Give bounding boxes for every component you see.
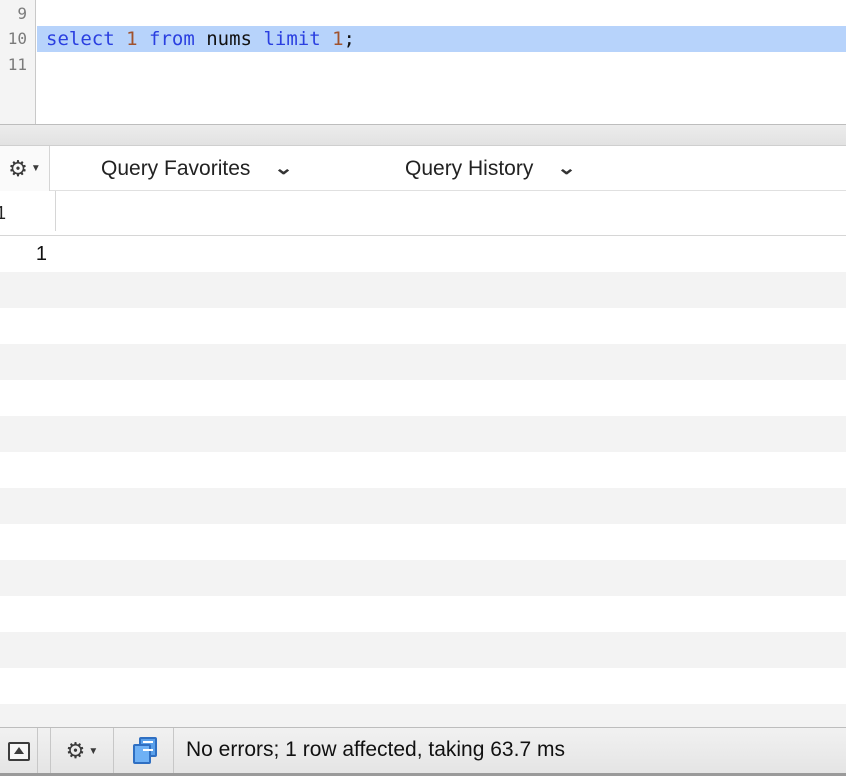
- console-log-button[interactable]: [114, 728, 174, 774]
- chevron-down-icon: ⌄: [274, 158, 294, 178]
- status-bar: ⚙ ▼ No errors; 1 row affected, taking 63…: [0, 727, 846, 776]
- query-editor[interactable]: 9 10 11 select 1 from nums limit 1;: [0, 0, 846, 124]
- pane-splitter[interactable]: [0, 124, 846, 146]
- grid-header: 1: [0, 191, 846, 236]
- toggle-panel-icon: [7, 741, 30, 761]
- toggle-panel-button[interactable]: [0, 728, 38, 774]
- empty-row: [0, 632, 846, 668]
- query-toolbar: ⚙ ▼ Query Favorites ⌄ Query History ⌄: [0, 146, 846, 191]
- sql-number: 1: [332, 28, 344, 50]
- table-row[interactable]: 1: [0, 236, 846, 272]
- status-message: No errors; 1 row affected, taking 63.7 m…: [186, 738, 565, 761]
- query-history-label: Query History: [405, 156, 534, 180]
- empty-row: [0, 704, 846, 727]
- caret-down-icon: ▼: [88, 745, 99, 757]
- empty-row: [0, 560, 846, 596]
- code-line-selected[interactable]: select 1 from nums limit 1;: [37, 26, 846, 52]
- query-actions-button[interactable]: ⚙ ▼: [0, 146, 50, 191]
- query-favorites-dropdown[interactable]: Query Favorites ⌄: [101, 146, 294, 191]
- line-number: 9: [17, 4, 27, 23]
- sql-identifier: nums: [206, 28, 252, 50]
- chevron-down-icon: ⌄: [557, 158, 577, 178]
- empty-row: [0, 452, 846, 488]
- line-number-gutter: 9 10 11: [0, 0, 36, 124]
- sql-keyword: limit: [263, 28, 321, 50]
- gear-icon: ⚙: [8, 155, 28, 181]
- console-log-icon: [129, 735, 159, 767]
- empty-row: [0, 416, 846, 452]
- empty-row: [0, 668, 846, 704]
- line-number: 10: [7, 29, 27, 48]
- empty-row: [0, 380, 846, 416]
- query-history-dropdown[interactable]: Query History ⌄: [405, 146, 577, 191]
- table-cell[interactable]: 1: [0, 236, 47, 272]
- sql-keyword: select: [46, 28, 115, 50]
- empty-row: [0, 272, 846, 308]
- gear-icon: ⚙: [65, 738, 86, 763]
- code-line[interactable]: [37, 1, 846, 27]
- column-header[interactable]: 1: [0, 191, 56, 231]
- sql-punctuation: ;: [343, 28, 355, 50]
- line-number: 11: [7, 55, 27, 74]
- sql-number: 1: [126, 28, 138, 50]
- query-favorites-label: Query Favorites: [101, 156, 251, 180]
- status-actions-button[interactable]: ⚙ ▼: [50, 728, 114, 774]
- empty-row: [0, 344, 846, 380]
- results-grid[interactable]: 1 1: [0, 191, 846, 727]
- empty-row: [0, 596, 846, 632]
- sql-keyword: from: [149, 28, 195, 50]
- empty-row: [0, 524, 846, 560]
- empty-row: [0, 488, 846, 524]
- empty-row: [0, 308, 846, 344]
- code-line[interactable]: [37, 52, 846, 78]
- caret-down-icon: ▼: [30, 163, 41, 174]
